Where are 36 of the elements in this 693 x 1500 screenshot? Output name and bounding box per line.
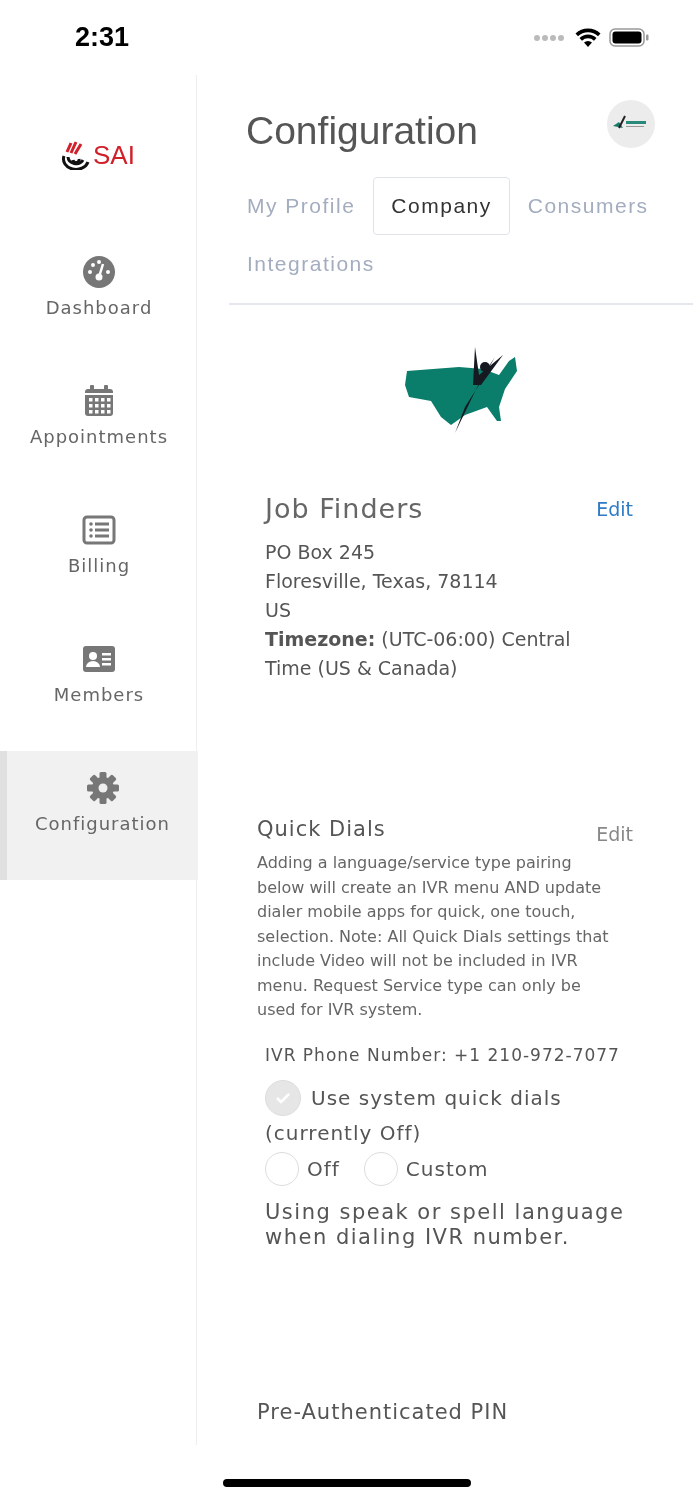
note-text: Using speak or spell language when dialing IVR number. bbox=[265, 1199, 626, 1250]
wifi-icon bbox=[575, 28, 601, 47]
hand-icon bbox=[61, 140, 92, 170]
address-line: PO Box 245 bbox=[265, 540, 377, 565]
nav-item[interactable]: Members bbox=[0, 622, 198, 751]
status-text: (currently Off) bbox=[265, 1119, 423, 1147]
list-icon bbox=[82, 513, 116, 547]
company-avatar-icon bbox=[607, 100, 655, 148]
checkbox[interactable] bbox=[265, 1079, 301, 1116]
section-title: Quick Dials bbox=[257, 817, 386, 841]
radio-label: Off bbox=[307, 1156, 340, 1181]
calendar-icon bbox=[82, 384, 116, 418]
edit-link[interactable]: Edit bbox=[596, 497, 633, 520]
status-time: 2:31 bbox=[75, 22, 130, 53]
company-name: Job Finders bbox=[265, 493, 424, 524]
logo: SAI bbox=[56, 75, 140, 235]
tab[interactable]: Company bbox=[373, 177, 510, 235]
nav-item[interactable]: Configuration bbox=[0, 751, 198, 880]
checkbox-label: Use system quick dials bbox=[311, 1084, 562, 1112]
edit-link[interactable]: Edit bbox=[596, 823, 633, 845]
address-line: Floresville, Texas, 78114 bbox=[265, 569, 499, 594]
battery-icon bbox=[609, 28, 649, 47]
description-text: Adding a language/service type pairing below will create an IVR menu AND update dialer mobile apps for quick, one touch, selection. Note: All Quick Dials settings that include Video will not be included in IVR menu. Request Service type can only be used for IVR system. bbox=[257, 852, 610, 1021]
nav-item[interactable]: Billing bbox=[0, 493, 198, 622]
page-title: Configuration bbox=[246, 109, 478, 153]
check-icon bbox=[274, 1090, 292, 1105]
section-title: Pre-Authenticated PIN bbox=[257, 1399, 510, 1424]
signal-icon bbox=[533, 33, 567, 42]
nav-item[interactable]: Dashboard bbox=[0, 235, 198, 364]
address-line: US bbox=[265, 598, 292, 623]
gauge-icon bbox=[82, 255, 116, 289]
settings-icon bbox=[85, 771, 120, 805]
radio-label: Custom bbox=[405, 1156, 489, 1181]
timezone-text: Timezone: (UTC-06:00) Central Time (US & Canada) bbox=[265, 627, 572, 681]
ivr-phone-number: IVR Phone Number: +1 210-972-7077 bbox=[265, 1044, 621, 1066]
nav-item[interactable]: Appointments bbox=[0, 364, 198, 493]
